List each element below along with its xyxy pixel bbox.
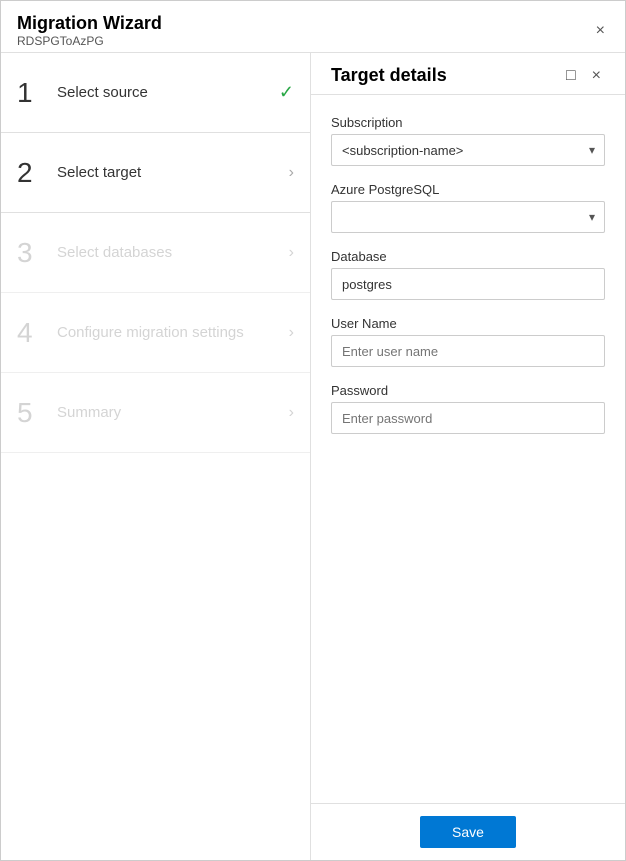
step-4: 4 Configure migration settings › (1, 293, 310, 373)
check-icon: ✓ (279, 82, 294, 103)
maximize-button[interactable]: □ (562, 66, 580, 86)
details-header: Target details □ × (311, 53, 625, 95)
wizard-title: Migration Wizard (17, 13, 162, 34)
step-1-number: 1 (17, 77, 57, 109)
azure-postgresql-select[interactable] (331, 201, 605, 233)
details-footer: Save (311, 803, 625, 860)
step-5: 5 Summary › (1, 373, 310, 453)
arrow-icon-2: › (289, 164, 294, 182)
subscription-select[interactable]: <subscription-name> (331, 134, 605, 166)
steps-spacer (1, 453, 310, 860)
details-panel: Target details □ × Subscription <subscri… (311, 53, 625, 860)
steps-panel: 1 Select source ✓ 2 Select target › 3 Se… (1, 53, 311, 860)
details-close-button[interactable]: × (588, 66, 605, 86)
database-label: Database (331, 249, 605, 264)
subscription-select-wrapper: <subscription-name> ▾ (331, 134, 605, 166)
wizard-title-section: Migration Wizard RDSPGToAzPG (17, 13, 162, 48)
arrow-icon-4: › (289, 324, 294, 342)
step-3-number: 3 (17, 237, 57, 269)
details-content: Subscription <subscription-name> ▾ Azure… (311, 95, 625, 803)
step-5-number: 5 (17, 397, 57, 429)
step-1[interactable]: 1 Select source ✓ (1, 53, 310, 133)
wizard-header: Migration Wizard RDSPGToAzPG × (1, 1, 625, 53)
wizard-header-buttons: × (592, 21, 609, 41)
step-3: 3 Select databases › (1, 213, 310, 293)
username-label: User Name (331, 316, 605, 331)
username-input[interactable] (331, 335, 605, 367)
wizard-container: Migration Wizard RDSPGToAzPG × 1 Select … (0, 0, 626, 861)
step-2-number: 2 (17, 157, 57, 189)
subscription-group: Subscription <subscription-name> ▾ (331, 115, 605, 166)
arrow-icon-5: › (289, 404, 294, 422)
wizard-body: 1 Select source ✓ 2 Select target › 3 Se… (1, 53, 625, 860)
azure-postgresql-select-wrapper: ▾ (331, 201, 605, 233)
database-group: Database (331, 249, 605, 300)
step-2[interactable]: 2 Select target › (1, 133, 310, 213)
step-2-label: Select target (57, 164, 289, 181)
step-3-label: Select databases (57, 244, 289, 261)
step-4-label: Configure migration settings (57, 324, 289, 341)
password-label: Password (331, 383, 605, 398)
step-4-number: 4 (17, 317, 57, 349)
username-group: User Name (331, 316, 605, 367)
database-input[interactable] (331, 268, 605, 300)
close-button[interactable]: × (592, 21, 609, 41)
subscription-label: Subscription (331, 115, 605, 130)
wizard-subtitle: RDSPGToAzPG (17, 34, 162, 48)
azure-postgresql-group: Azure PostgreSQL ▾ (331, 182, 605, 233)
save-button[interactable]: Save (420, 816, 516, 848)
arrow-icon-3: › (289, 244, 294, 262)
azure-postgresql-label: Azure PostgreSQL (331, 182, 605, 197)
details-title: Target details (331, 65, 447, 86)
password-input[interactable] (331, 402, 605, 434)
step-1-label: Select source (57, 84, 279, 101)
details-header-icons: □ × (562, 66, 605, 86)
password-group: Password (331, 383, 605, 434)
step-5-label: Summary (57, 404, 289, 421)
